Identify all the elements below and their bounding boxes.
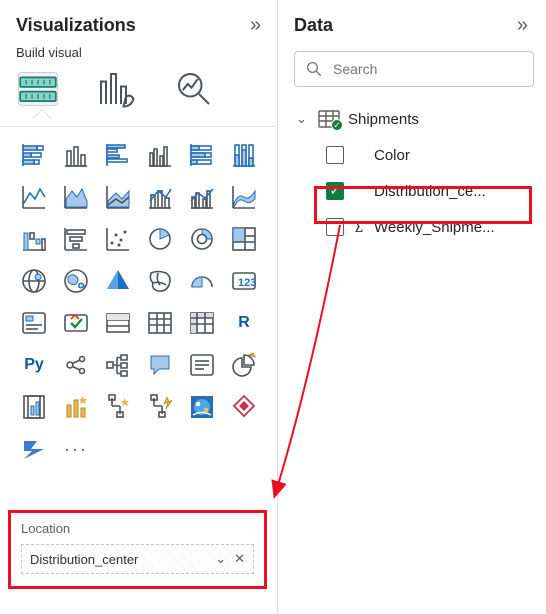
100-stacked-bar-chart[interactable] (184, 137, 220, 173)
pie-chart[interactable] (142, 221, 178, 257)
power-automate[interactable] (100, 389, 136, 425)
treemap[interactable] (226, 221, 262, 257)
search-box[interactable] (294, 51, 534, 87)
field-chip-distribution-center[interactable]: Distribution_center ⌄ ✕ (21, 544, 254, 574)
funnel-chart[interactable] (58, 221, 94, 257)
area-chart[interactable] (58, 179, 94, 215)
stacked-column-chart[interactable] (58, 137, 94, 173)
sigma-icon: ∑ (352, 218, 366, 236)
table-shipments[interactable]: ⌄ ✓ Shipments (292, 101, 538, 137)
data-title: Data (294, 15, 333, 36)
donut-chart[interactable] (184, 221, 220, 257)
collapse-visualizations-icon[interactable]: » (246, 14, 265, 37)
map[interactable] (16, 263, 52, 299)
decomposition-tree[interactable] (100, 347, 136, 383)
card[interactable]: 123 (226, 263, 262, 299)
visualizations-title: Visualizations (16, 15, 136, 36)
line-clustered-column-chart[interactable] (184, 179, 220, 215)
table[interactable] (142, 305, 178, 341)
key-influencers[interactable] (58, 347, 94, 383)
get-more-visuals[interactable] (226, 389, 262, 425)
svg-text:123: 123 (238, 277, 256, 289)
power-automate-2[interactable] (16, 431, 52, 467)
paginated-report[interactable] (226, 347, 262, 383)
collapse-data-icon[interactable]: » (513, 14, 532, 37)
ribbon-chart[interactable] (226, 179, 262, 215)
stacked-area-chart[interactable] (100, 179, 136, 215)
field-color[interactable]: Color (292, 137, 538, 173)
stacked-bar-chart[interactable] (16, 137, 52, 173)
line-stacked-column-chart[interactable] (142, 179, 178, 215)
search-icon (305, 60, 323, 78)
field-chip-text: Distribution_center (30, 552, 138, 567)
tab-build-visual[interactable] (18, 72, 58, 106)
sparkline-visual[interactable] (142, 389, 178, 425)
table-name: Shipments (348, 111, 419, 128)
arcgis-map[interactable] (184, 389, 220, 425)
visual-mode-tabs (14, 68, 271, 112)
analytics-icon (174, 69, 214, 109)
remove-field-icon[interactable]: ✕ (234, 551, 245, 567)
100-stacked-column-chart[interactable] (226, 137, 262, 173)
more-visuals[interactable]: ··· (58, 431, 94, 467)
build-visual-icon (19, 75, 57, 104)
tab-analytics[interactable] (174, 72, 214, 106)
location-field-well: Location Distribution_center ⌄ ✕ (8, 510, 267, 589)
power-apps[interactable] (58, 389, 94, 425)
field-distribution-center[interactable]: ✓ Distribution_ce... (292, 173, 538, 209)
metrics[interactable] (16, 389, 52, 425)
waterfall-chart[interactable] (16, 221, 52, 257)
slicer[interactable] (100, 305, 136, 341)
filled-map[interactable] (58, 263, 94, 299)
clustered-column-chart[interactable] (142, 137, 178, 173)
field-label: Distribution_ce... (374, 183, 486, 200)
shape-map[interactable] (142, 263, 178, 299)
data-pane: Data » ⌄ ✓ Shipments Color (278, 0, 546, 614)
checkbox-distribution-center[interactable]: ✓ (326, 182, 344, 200)
multi-row-card[interactable] (16, 305, 52, 341)
clustered-bar-chart[interactable] (100, 137, 136, 173)
gauge[interactable] (184, 263, 220, 299)
build-visual-subtitle: Build visual (14, 45, 271, 68)
table-icon: ✓ (318, 110, 340, 128)
field-weekly-shipments[interactable]: ∑ Weekly_Shipme... (292, 209, 538, 245)
field-well-label: Location (21, 521, 254, 536)
format-visual-icon (96, 69, 136, 109)
python-visual[interactable]: Py (16, 347, 52, 383)
r-visual[interactable]: R (226, 305, 262, 341)
chevron-down-icon[interactable]: ⌄ (215, 551, 226, 567)
fields-tree: ⌄ ✓ Shipments Color ✓ Distribution_ce... (292, 101, 538, 245)
visualizations-pane: Visualizations » Build visual (0, 0, 278, 614)
tab-format-visual[interactable] (96, 72, 136, 106)
checkbox-color[interactable] (326, 146, 344, 164)
smart-narrative[interactable] (184, 347, 220, 383)
matrix[interactable] (184, 305, 220, 341)
qna[interactable] (142, 347, 178, 383)
field-label: Weekly_Shipme... (374, 219, 495, 236)
scatter-chart[interactable] (100, 221, 136, 257)
checkbox-weekly-shipments[interactable] (326, 218, 344, 236)
visual-gallery: 123 R Py ··· (14, 135, 271, 469)
expand-icon: ⌄ (296, 111, 310, 127)
search-input[interactable] (331, 60, 523, 78)
line-chart[interactable] (16, 179, 52, 215)
field-label: Color (374, 147, 410, 164)
azure-map[interactable] (100, 263, 136, 299)
kpi[interactable] (58, 305, 94, 341)
